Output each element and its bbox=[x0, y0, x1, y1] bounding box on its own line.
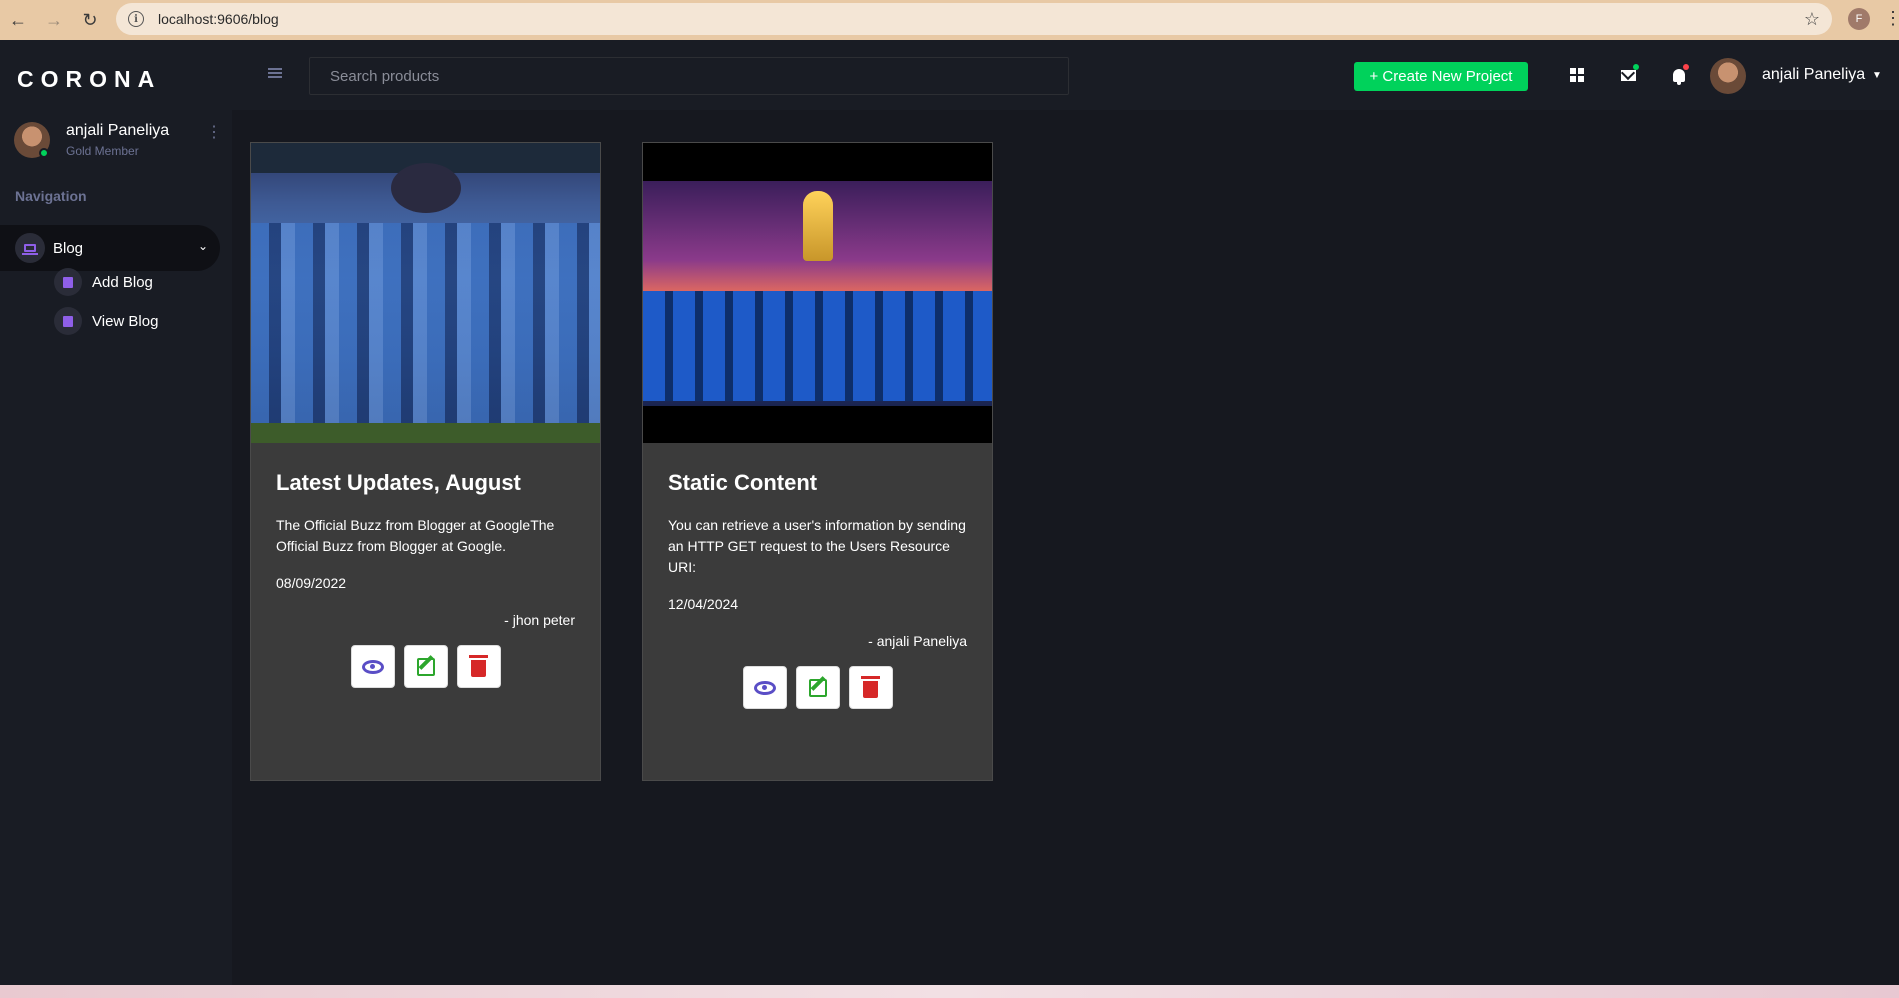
browser-toolbar: ← → ↻ i localhost:9606/blog ☆ F ⋮ bbox=[0, 0, 1899, 40]
eye-icon bbox=[753, 680, 776, 695]
create-new-project-button[interactable]: + Create New Project bbox=[1354, 62, 1528, 91]
sidebar-item-label: Add Blog bbox=[92, 273, 153, 291]
menu-toggle-icon[interactable] bbox=[268, 68, 282, 80]
sidebar-item-view-blog[interactable]: View Blog bbox=[54, 306, 224, 336]
profile-role: Gold Member bbox=[66, 144, 139, 158]
sidebar-item-label: View Blog bbox=[92, 312, 159, 330]
online-status-icon bbox=[39, 148, 49, 158]
sidebar: CORONA anjali Paneliya Gold Member ⋮ Nav… bbox=[0, 40, 232, 985]
laptop-icon bbox=[15, 233, 45, 263]
edit-icon bbox=[416, 657, 435, 676]
user-menu-name[interactable]: anjali Paneliya bbox=[1762, 66, 1865, 84]
brand-logo[interactable]: CORONA bbox=[17, 66, 161, 93]
blog-description: The Official Buzz from Blogger at Google… bbox=[276, 517, 555, 554]
blog-card: Static Content You can retrieve a user's… bbox=[642, 142, 993, 781]
delete-button[interactable] bbox=[848, 666, 893, 709]
bell-icon[interactable] bbox=[1670, 64, 1689, 85]
blog-author: - anjali Paneliya bbox=[868, 633, 967, 649]
profile-name: anjali Paneliya bbox=[66, 122, 170, 139]
address-bar[interactable]: i localhost:9606/blog ☆ bbox=[116, 3, 1832, 35]
notification-indicator-icon bbox=[1683, 64, 1689, 70]
blog-actions bbox=[251, 645, 600, 688]
blog-image bbox=[643, 143, 992, 443]
main-content: Latest Updates, August The Official Buzz… bbox=[232, 110, 1899, 985]
caret-down-icon[interactable]: ▼ bbox=[1872, 70, 1882, 81]
blog-date: 12/04/2024 bbox=[668, 596, 739, 612]
sidebar-item-add-blog[interactable]: Add Blog bbox=[54, 267, 224, 297]
grid-icon[interactable] bbox=[1568, 66, 1586, 84]
edit-icon bbox=[808, 678, 827, 697]
sidebar-item-label: Blog bbox=[53, 239, 84, 257]
search-input[interactable] bbox=[309, 57, 1069, 95]
blog-author: - jhon peter bbox=[504, 612, 575, 628]
taskbar-strip bbox=[0, 985, 1899, 998]
view-button[interactable] bbox=[742, 666, 787, 709]
document-icon bbox=[54, 268, 82, 296]
trash-icon bbox=[861, 676, 880, 698]
blog-date: 08/09/2022 bbox=[276, 575, 347, 591]
forward-icon[interactable]: → bbox=[36, 2, 72, 38]
mail-indicator-icon bbox=[1633, 64, 1639, 70]
blog-actions bbox=[643, 666, 992, 709]
more-vertical-icon[interactable]: ⋮ bbox=[206, 125, 222, 141]
edit-button[interactable] bbox=[403, 645, 448, 688]
back-icon[interactable]: ← bbox=[0, 2, 36, 38]
blog-title: Static Content bbox=[668, 470, 818, 495]
bookmark-star-icon[interactable]: ☆ bbox=[1804, 9, 1820, 30]
site-info-icon[interactable]: i bbox=[128, 11, 144, 27]
nav-heading: Navigation bbox=[15, 188, 87, 204]
browser-menu-icon[interactable]: ⋮ bbox=[1884, 8, 1899, 28]
url-text[interactable]: localhost:9606/blog bbox=[158, 11, 279, 27]
blog-title: Latest Updates, August bbox=[276, 470, 521, 495]
view-button[interactable] bbox=[350, 645, 395, 688]
sidebar-profile: anjali Paneliya Gold Member ⋮ bbox=[14, 122, 224, 166]
blog-image bbox=[251, 143, 600, 443]
top-navbar: + Create New Project anjali Paneliya ▼ bbox=[232, 40, 1899, 110]
edit-button[interactable] bbox=[795, 666, 840, 709]
trash-icon bbox=[469, 655, 488, 677]
avatar[interactable] bbox=[1710, 58, 1746, 94]
blog-card: Latest Updates, August The Official Buzz… bbox=[250, 142, 601, 781]
blog-description: You can retrieve a user's information by… bbox=[668, 517, 966, 575]
chevron-down-icon: ⌄ bbox=[197, 239, 208, 253]
browser-profile-avatar[interactable]: F bbox=[1848, 8, 1870, 30]
sidebar-item-blog[interactable]: Blog ⌄ bbox=[0, 225, 220, 271]
document-icon bbox=[54, 307, 82, 335]
reload-icon[interactable]: ↻ bbox=[72, 2, 108, 38]
mail-icon[interactable] bbox=[1619, 64, 1639, 84]
eye-icon bbox=[361, 659, 384, 674]
delete-button[interactable] bbox=[456, 645, 501, 688]
